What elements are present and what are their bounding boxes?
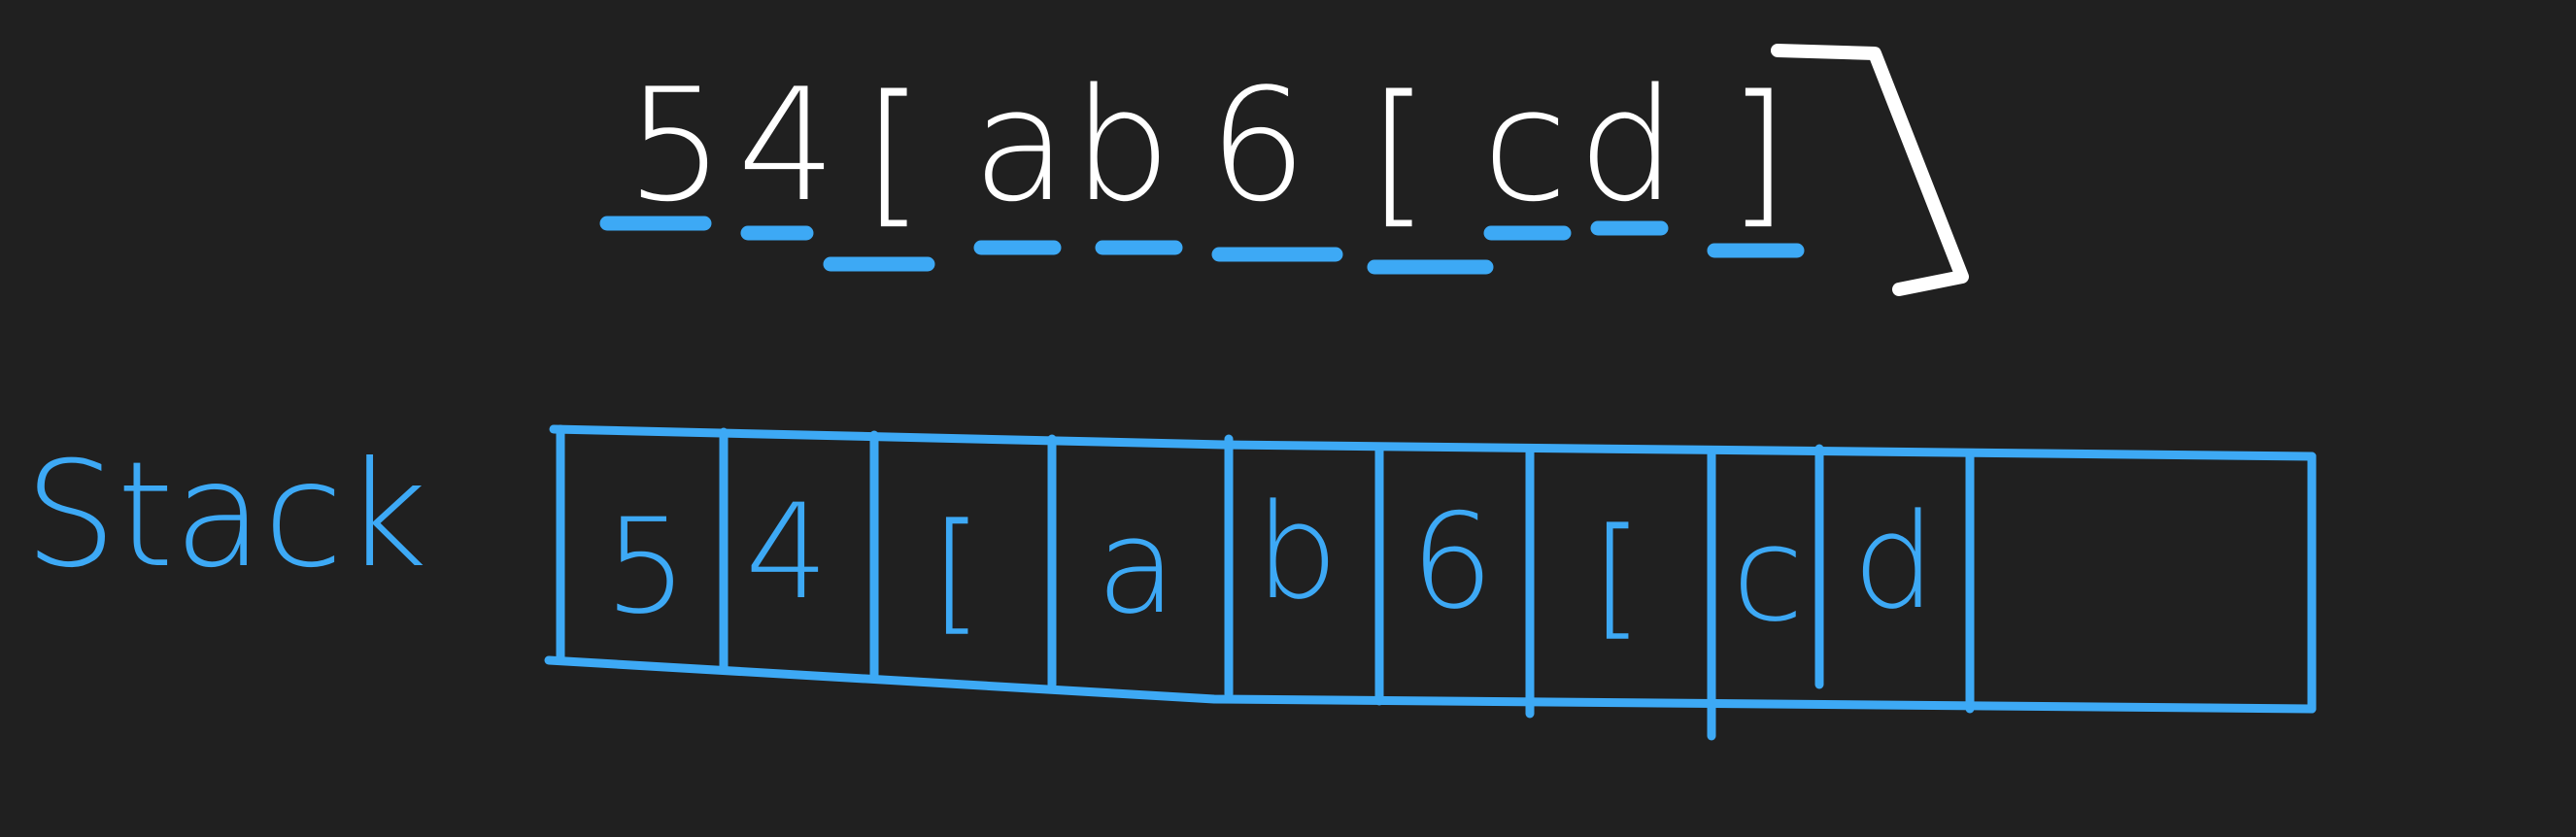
outer-closing-bracket: ] [1771, 44, 1969, 296]
stack-cell: 5 [604, 490, 688, 643]
stack-cell: 4 [745, 476, 829, 628]
stack-cell: [ [1592, 500, 1644, 653]
stack-label: Stack [24, 431, 427, 600]
expression-token: ] [1728, 61, 1788, 243]
expression-token: b [1072, 54, 1171, 236]
stack-cell: a [1097, 490, 1177, 643]
expression-token: a [972, 54, 1068, 236]
expression-underlines [599, 216, 1805, 275]
stack-bottom-edge [544, 655, 2317, 714]
whiteboard-canvas: 5 4 [ a b 6 [ c d ] ] [0, 0, 2576, 837]
stack-cell: 6 [1410, 485, 1494, 638]
expression-token: [ [864, 61, 924, 243]
expression-token: 4 [737, 54, 836, 236]
expression: 5 4 [ a b 6 [ c d ] [626, 54, 1788, 243]
stack-cell: b [1255, 476, 1339, 628]
stack-top-edge [549, 424, 2317, 461]
stack-cell: d [1852, 485, 1936, 638]
expression-token: d [1577, 54, 1677, 236]
stack-cell: [ [932, 495, 983, 648]
stack-cells: 5 4 [ a b 6 [ c d [604, 476, 1936, 653]
expression-token: 6 [1208, 54, 1307, 236]
expression-token: [ [1369, 61, 1429, 243]
expression-token: c [1482, 54, 1568, 236]
stack-cell: c [1732, 498, 1804, 651]
expression-token: 5 [626, 54, 725, 236]
drawing-board: 5 4 [ a b 6 [ c d ] ] [24, 44, 2317, 741]
